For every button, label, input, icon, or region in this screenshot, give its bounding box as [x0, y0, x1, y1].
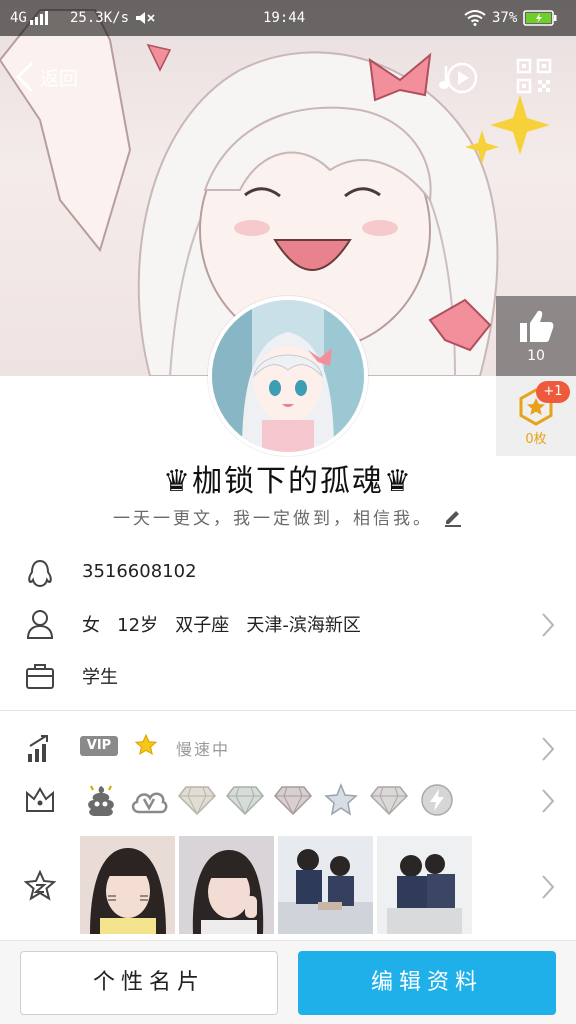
briefcase-icon	[26, 664, 54, 689]
qr-code-button[interactable]	[516, 58, 552, 98]
signature-line: 一天一更文，我一定做到，相信我。	[0, 504, 576, 529]
signature-text: 一天一更文，我一定做到，相信我。	[113, 509, 433, 529]
badges-row[interactable]	[0, 776, 576, 824]
poop-badge[interactable]	[80, 780, 122, 820]
network-indicator: 4G	[10, 10, 48, 26]
crown-icon	[26, 787, 54, 812]
diamond-badge-3[interactable]	[272, 780, 314, 820]
wifi-icon	[464, 10, 486, 26]
status-bar: 4G 25.3K/s 19:44 37%	[0, 0, 576, 36]
gift-badge: +1	[536, 381, 570, 403]
star-badge[interactable]	[320, 780, 362, 820]
music-play-icon	[439, 62, 478, 94]
level-chart-icon	[28, 735, 48, 762]
diamond-badge-2[interactable]	[224, 780, 266, 820]
edit-profile-button[interactable]: 编辑资料	[298, 951, 556, 1015]
edit-signature-button[interactable]	[443, 507, 463, 527]
like-button[interactable]: 10	[496, 296, 576, 376]
diamond-icon	[370, 786, 408, 815]
chevron-right-icon	[542, 875, 555, 899]
system-indicators: 37%	[464, 10, 557, 26]
network-type: 4G	[10, 10, 27, 26]
nickname: ♛枷锁下的孤魂♛	[163, 464, 413, 499]
clock: 19:44	[263, 10, 305, 26]
net-speed-text: 25.3K/s	[70, 10, 130, 26]
qq-number-row: 3516608102	[0, 550, 576, 598]
net-speed: 25.3K/s	[70, 10, 155, 26]
cloud-v-badge[interactable]	[128, 780, 170, 820]
like-count: 10	[527, 348, 545, 364]
section-divider	[0, 710, 576, 711]
basic-info-row[interactable]: 女 12岁 双子座 天津-滨海新区	[0, 600, 576, 648]
avatar-image	[212, 300, 364, 452]
chevron-left-icon	[15, 61, 34, 93]
music-button[interactable]	[438, 58, 478, 102]
lightning-icon	[421, 784, 453, 816]
photo-wall	[80, 836, 472, 934]
lightning-badge[interactable]	[416, 780, 458, 820]
badge-list	[80, 780, 458, 820]
back-label: 返回	[40, 67, 79, 90]
pencil-icon	[445, 510, 461, 527]
diamond-badge-4[interactable]	[368, 780, 410, 820]
cloud-v-icon	[131, 792, 168, 814]
chevron-right-icon	[542, 789, 555, 813]
photo-thumbnail[interactable]	[179, 836, 274, 934]
basic-info: 女 12岁 双子座 天津-滨海新区	[82, 615, 361, 636]
photo-thumbnail[interactable]	[278, 836, 373, 934]
back-button[interactable]: 返回	[14, 60, 78, 94]
poop-badge-icon	[88, 785, 114, 816]
thumbs-up-icon	[520, 310, 554, 342]
photo-image	[80, 836, 175, 934]
chevron-right-icon	[542, 613, 555, 637]
occupation-row: 学生	[0, 652, 576, 700]
gift-count: 0枚	[525, 432, 547, 447]
battery-icon	[523, 10, 557, 26]
diamond-badge-1[interactable]	[176, 780, 218, 820]
gift-button[interactable]: +1 0枚	[496, 376, 576, 456]
battery-text: 37%	[492, 10, 518, 26]
clock-text: 19:44	[263, 10, 306, 26]
qq-number: 3516608102	[82, 561, 197, 582]
photo-thumbnail[interactable]	[377, 836, 472, 934]
level-row[interactable]: VIP 慢速中	[0, 724, 576, 772]
person-icon	[26, 610, 54, 639]
signal-icon	[29, 11, 48, 25]
zone-icon	[24, 870, 56, 901]
qr-code-icon	[516, 58, 552, 94]
level-speed: 慢速中	[176, 740, 231, 759]
penguin-icon	[28, 559, 52, 588]
level-star-icon	[134, 733, 158, 756]
bottom-action-bar: 个性名片 编辑资料	[0, 940, 576, 1024]
star-badge-icon	[324, 782, 358, 816]
photo-image	[377, 836, 472, 934]
photo-image	[179, 836, 274, 934]
diamond-icon	[178, 786, 216, 815]
chevron-right-icon	[542, 737, 555, 761]
photo-thumbnail[interactable]	[80, 836, 175, 934]
vip-tag: VIP	[80, 736, 118, 756]
photo-image	[278, 836, 373, 934]
profile-card-button[interactable]: 个性名片	[20, 951, 278, 1015]
diamond-icon	[226, 786, 264, 815]
occupation: 学生	[82, 667, 118, 688]
mute-icon	[136, 12, 155, 24]
avatar[interactable]	[208, 296, 368, 456]
diamond-icon	[274, 786, 312, 815]
